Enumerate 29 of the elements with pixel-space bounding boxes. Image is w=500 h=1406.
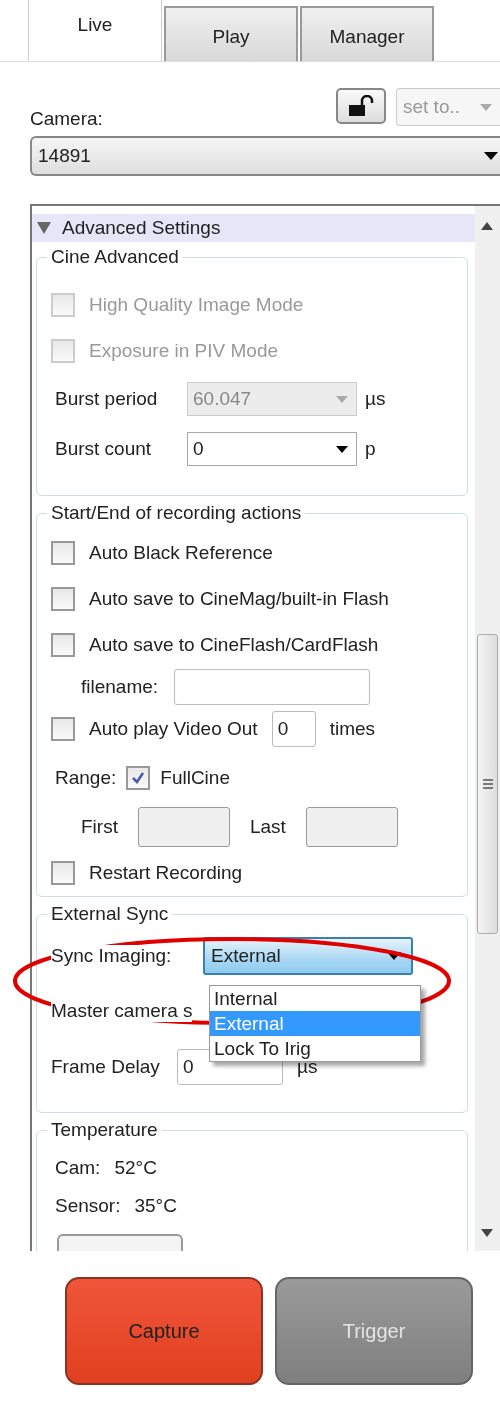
reading-value: 52°C: [114, 1157, 157, 1179]
field-label: filename:: [81, 676, 159, 698]
field-label: Master camera s: [51, 1000, 193, 1022]
group-title: External Sync: [50, 903, 170, 925]
group-title: Cine Advanced: [50, 246, 180, 268]
unit-label: µs: [365, 388, 386, 410]
reading-label: Sensor:: [55, 1195, 121, 1217]
checkbox-label: Exposure in PIV Mode: [89, 340, 279, 362]
field-label: Burst period: [55, 388, 159, 410]
checkbox-label: Auto play Video Out: [89, 718, 258, 740]
checkbox-label: FullCine: [160, 767, 230, 789]
checkbox-label: Auto save to CineMag/built-in Flash: [89, 588, 389, 610]
checkbox-label: Auto save to CineFlash/CardFlash: [89, 634, 379, 656]
camera-label: Camera:: [30, 108, 104, 131]
unit-label: p: [365, 438, 376, 460]
checkbox-label: Auto Black Reference: [89, 542, 273, 564]
reading-value: 35°C: [134, 1195, 177, 1217]
field-label: First: [81, 816, 118, 838]
field-label: Burst count: [55, 438, 153, 460]
unit-label: times: [329, 718, 376, 740]
field-label: Last: [249, 816, 286, 838]
reading-label: Cam:: [55, 1157, 101, 1179]
checkbox-label: High Quality Image Mode: [89, 294, 304, 316]
checkbox-label: Restart Recording: [89, 862, 243, 884]
range-label: Range:: [55, 767, 117, 789]
field-label: Frame Delay: [51, 1056, 161, 1078]
section-title: Advanced Settings: [62, 217, 221, 239]
group-title: Temperature: [50, 1119, 159, 1141]
group-title: Start/End of recording actions: [50, 502, 303, 524]
